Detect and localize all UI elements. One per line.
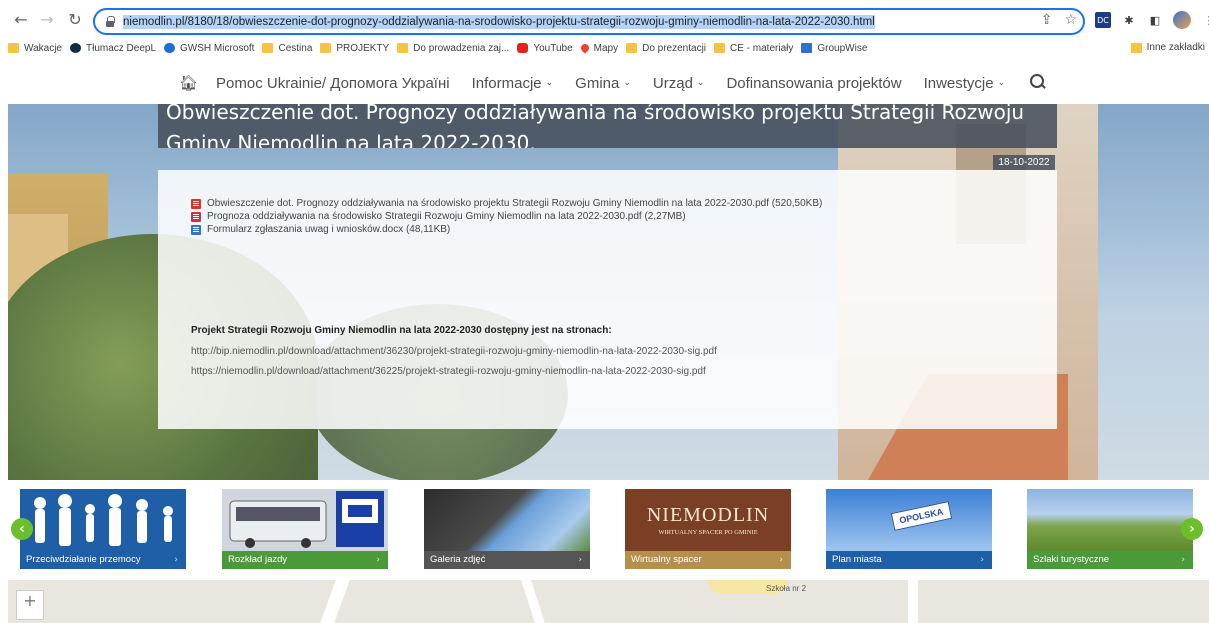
search-icon[interactable] <box>1030 74 1046 90</box>
tile-plan[interactable]: OPOLSKA Plan miasta › <box>826 489 992 569</box>
niemodlin-logo: NIEMODLIN <box>646 504 770 526</box>
envelope-icon <box>801 43 813 53</box>
folder-icon <box>397 43 409 53</box>
project-link-bip[interactable]: http://bip.niemodlin.pl/download/attachm… <box>191 346 717 357</box>
article-title: Obwieszczenie dot. Prognozy oddziaływani… <box>166 104 1025 148</box>
chevron-down-icon: ⌄ <box>696 78 705 88</box>
attachment-link[interactable]: Formularz zgłaszania uwag i wniosków.doc… <box>191 223 822 236</box>
tile-szlaki[interactable]: Szlaki turystyczne › <box>1027 489 1193 569</box>
url-text[interactable]: niemodlin.pl/8180/18/obwieszczenie-dot-p… <box>123 14 875 29</box>
folder-icon <box>262 43 274 53</box>
nav-item-ukraine[interactable]: Pomoc Ukrainie/ Допомога Україні <box>216 75 450 92</box>
tile-przemoc[interactable]: Przeciwdziałanie przemocy › <box>20 489 186 569</box>
bookmark-item[interactable]: Cestina <box>262 43 312 54</box>
bus-icon <box>229 491 384 548</box>
forward-arrow-icon[interactable]: → <box>36 8 58 30</box>
chevron-right-icon: › <box>1181 555 1185 565</box>
nav-item-gmina[interactable]: Gmina ⌄ <box>575 75 631 92</box>
camera-lens-icon <box>424 489 590 551</box>
puzzle-icon[interactable]: ✱ <box>1121 12 1137 28</box>
side-panel-icon[interactable]: ◧ <box>1147 12 1163 28</box>
chevron-down-icon: ⌄ <box>997 78 1006 88</box>
attachment-link[interactable]: Obwieszczenie dot. Prognozy oddziaływani… <box>191 197 822 210</box>
bookmark-item[interactable]: CE - materiały <box>714 43 793 54</box>
folder-icon <box>8 43 19 53</box>
tile-spacer[interactable]: NIEMODLIN WIRTUALNY SPACER PO GMINIE Wir… <box>625 489 791 569</box>
chevron-right-icon: › <box>980 555 984 565</box>
other-bookmarks[interactable]: Inne zakładki <box>1130 42 1205 53</box>
profile-avatar[interactable] <box>1173 11 1191 29</box>
nav-item-informacje[interactable]: Informacje ⌄ <box>472 75 554 92</box>
folder-icon <box>320 43 332 53</box>
project-heading: Projekt Strategii Rozwoju Gminy Niemodli… <box>191 325 612 336</box>
bookmarks-bar: Wakacje Tłumacz DeepL GWSH Microsoft Ces… <box>0 38 1209 58</box>
share-icon[interactable]: ⇪ <box>1041 12 1053 28</box>
map[interactable]: Szkoła nr 2 + <box>8 580 1209 623</box>
bookmark-item[interactable]: YouTube <box>517 43 573 54</box>
chevron-right-icon: › <box>376 555 380 565</box>
date-badge: 18-10-2022 <box>993 155 1055 170</box>
bookmark-item[interactable]: Wakacje <box>8 43 62 54</box>
folder-icon <box>626 43 638 53</box>
bookmark-item[interactable]: PROJEKTY <box>320 43 389 54</box>
bookmark-item[interactable]: Do prezentacji <box>626 43 706 54</box>
project-link-main[interactable]: https://niemodlin.pl/download/attachment… <box>191 366 706 377</box>
bookmark-item[interactable]: Tłumacz DeepL <box>69 43 156 54</box>
lock-icon[interactable] <box>105 15 115 28</box>
folder-icon <box>714 43 726 53</box>
carousel-prev-button[interactable]: ‹ <box>11 518 33 540</box>
attachment-link[interactable]: Prognoza oddziaływania na środowisko Str… <box>191 210 822 223</box>
home-icon[interactable]: 🏠︎ <box>179 74 198 92</box>
map-label: Szkoła nr 2 <box>766 584 807 593</box>
tile-label: Galeria zdjęć › <box>424 551 590 569</box>
bookmark-item[interactable]: GroupWise <box>801 43 867 54</box>
nav-item-urzad[interactable]: Urząd ⌄ <box>653 75 705 92</box>
article-title-box: Obwieszczenie dot. Prognozy oddziaływani… <box>158 104 1057 148</box>
tile-rozklad[interactable]: Rozkład jazdy › <box>222 489 388 569</box>
bookmark-item[interactable]: Mapy <box>578 42 618 54</box>
hiking-icon <box>1027 489 1193 551</box>
chevron-right-icon: › <box>578 555 582 565</box>
doc-file-icon <box>191 224 201 235</box>
chevron-down-icon: ⌄ <box>545 78 554 88</box>
street-sign-icon: OPOLSKA <box>890 501 952 531</box>
deepl-icon <box>69 43 81 53</box>
tile-label: Plan miasta › <box>826 551 992 569</box>
address-bar[interactable]: niemodlin.pl/8180/18/obwieszczenie-dot-p… <box>93 8 1085 35</box>
chevron-right-icon: › <box>779 555 783 565</box>
tile-galeria[interactable]: Galeria zdjęć › <box>424 489 590 569</box>
attachments-list: Obwieszczenie dot. Prognozy oddziaływani… <box>191 197 822 236</box>
pdf-file-icon <box>191 198 201 209</box>
carousel-next-button[interactable]: › <box>1181 518 1203 540</box>
maps-pin-icon <box>578 42 591 54</box>
nav-item-dofinansowania[interactable]: Dofinansowania projektów <box>726 75 901 92</box>
pdf-file-icon <box>191 211 201 222</box>
youtube-icon <box>517 43 529 53</box>
tile-label: Przeciwdziałanie przemocy › <box>20 551 186 569</box>
bookmark-item[interactable]: Do prowadzenia zaj... <box>397 43 509 54</box>
reload-icon[interactable]: ↻ <box>64 8 86 30</box>
browser-toolbar: ← → ↻ niemodlin.pl/8180/18/obwieszczenie… <box>0 0 1209 38</box>
zoom-in-button[interactable]: + <box>16 590 44 620</box>
niemodlin-logo-sub: WIRTUALNY SPACER PO GMINIE <box>658 529 758 536</box>
tile-label: Szlaki turystyczne › <box>1027 551 1193 569</box>
quick-links-strip: Przeciwdziałanie przemocy › Rozkład jazdy… <box>8 480 1209 580</box>
bookmark-star-icon[interactable]: ☆ <box>1064 12 1077 28</box>
back-arrow-icon[interactable]: ← <box>10 8 32 30</box>
menu-dots-icon[interactable]: ⋮ <box>1201 12 1209 28</box>
website: 🏠︎ Pomoc Ukrainie/ Допомога Україні Info… <box>8 62 1209 623</box>
main-navigation: 🏠︎ Pomoc Ukrainie/ Допомога Україні Info… <box>8 62 1209 104</box>
folder-icon <box>1130 42 1142 53</box>
nav-item-inwestycje[interactable]: Inwestycje ⌄ <box>924 75 1006 92</box>
chevron-right-icon: › <box>174 555 178 565</box>
article-content: Obwieszczenie dot. Prognozy oddziaływani… <box>158 170 1057 429</box>
extension-icon[interactable]: DC <box>1095 12 1111 28</box>
tile-label: Wirtualny spacer › <box>625 551 791 569</box>
family-silhouette-icon <box>34 494 173 546</box>
bookmark-item[interactable]: GWSH Microsoft <box>164 43 254 54</box>
chevron-down-icon: ⌄ <box>623 78 631 88</box>
cloud-icon <box>164 43 176 53</box>
tile-label: Rozkład jazdy › <box>222 551 388 569</box>
